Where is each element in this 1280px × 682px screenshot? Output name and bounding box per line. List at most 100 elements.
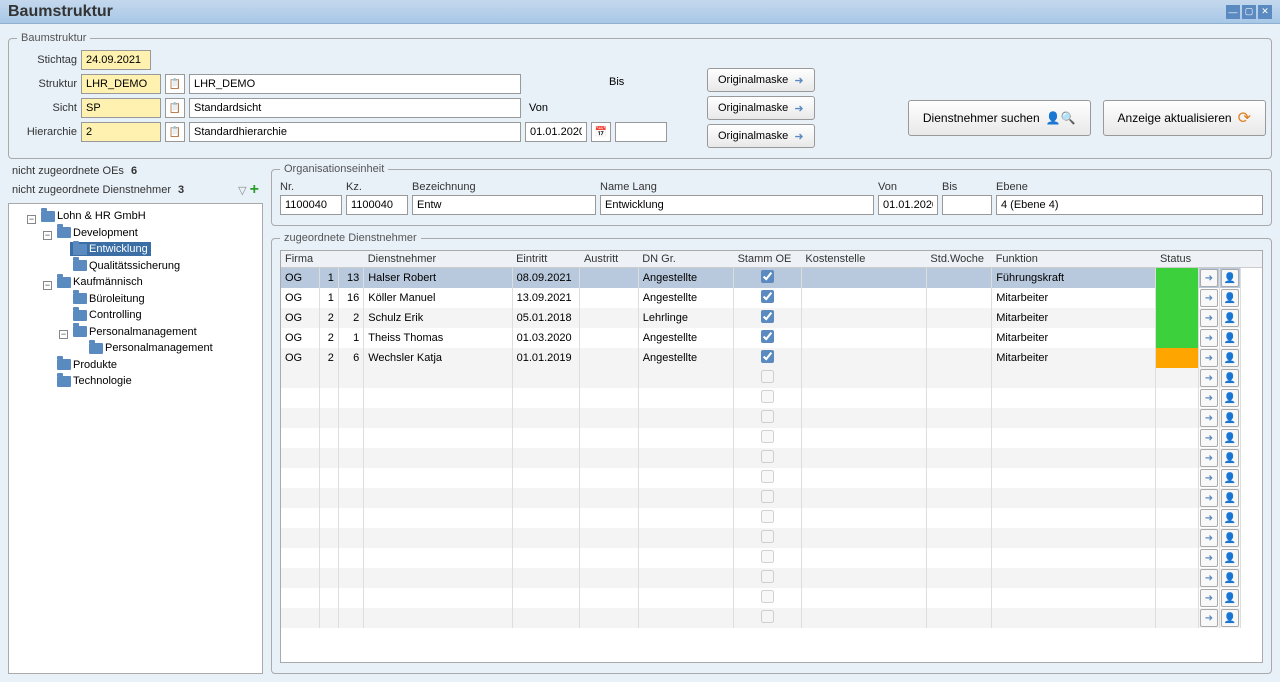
period-von-picker[interactable]: 📅 [591, 122, 611, 142]
row-open-button[interactable]: ➜ [1200, 289, 1218, 307]
row-open-button[interactable]: ➜ [1200, 349, 1218, 367]
tree-node[interactable]: Personalmanagement [70, 325, 200, 339]
row-open-button[interactable]: ➜ [1200, 549, 1218, 567]
tree-toggle[interactable] [43, 381, 52, 390]
tree-node[interactable]: Entwicklung [70, 242, 151, 256]
column-header[interactable] [338, 251, 363, 268]
org-nr-input[interactable] [280, 195, 342, 215]
anzeige-aktualisieren-button[interactable]: Anzeige aktualisieren ⟳ [1103, 100, 1266, 136]
originalmaske-button-1[interactable]: Originalmaske➜ [707, 68, 815, 92]
tree-node[interactable]: Kaufmännisch [54, 275, 146, 289]
row-open-button[interactable]: ➜ [1200, 529, 1218, 547]
filter-icon[interactable]: ▽ [238, 185, 246, 197]
row-open-button[interactable]: ➜ [1200, 489, 1218, 507]
row-open-button[interactable]: ➜ [1200, 609, 1218, 627]
table-row[interactable]: OG21Theiss Thomas01.03.2020AngestellteMi… [281, 328, 1262, 348]
sicht-text-input[interactable] [189, 98, 521, 118]
row-open-button[interactable]: ➜ [1200, 429, 1218, 447]
hierarchie-picker[interactable]: 📋 [165, 122, 185, 142]
tree-toggle[interactable]: − [43, 231, 52, 240]
column-header[interactable]: Stamm OE [734, 251, 802, 268]
tree-node[interactable]: Büroleitung [70, 292, 148, 306]
row-person-button[interactable]: 👤 [1221, 469, 1239, 487]
row-open-button[interactable]: ➜ [1200, 329, 1218, 347]
row-open-button[interactable]: ➜ [1200, 269, 1218, 287]
tree-toggle[interactable]: − [43, 281, 52, 290]
row-person-button[interactable]: 👤 [1221, 309, 1239, 327]
close-button[interactable]: ✕ [1258, 5, 1272, 19]
struktur-picker[interactable]: 📋 [165, 74, 185, 94]
tree-toggle[interactable] [59, 265, 68, 274]
tree-toggle[interactable]: − [27, 215, 36, 224]
hierarchie-text-input[interactable] [189, 122, 521, 142]
tree-toggle[interactable] [59, 298, 68, 307]
tree-toggle[interactable] [75, 348, 84, 357]
dienstnehmer-suchen-button[interactable]: Dienstnehmer suchen 👤🔍 [908, 100, 1091, 136]
period-bis-input[interactable] [615, 122, 667, 142]
row-open-button[interactable]: ➜ [1200, 309, 1218, 327]
column-header[interactable]: Kostenstelle [801, 251, 926, 268]
add-icon[interactable]: + [250, 181, 259, 198]
row-open-button[interactable]: ➜ [1200, 469, 1218, 487]
tree-node[interactable]: Development [54, 226, 141, 240]
org-bis-input[interactable] [942, 195, 992, 215]
row-person-button[interactable]: 👤 [1221, 369, 1239, 387]
tree-toggle[interactable]: − [59, 330, 68, 339]
column-header[interactable]: Std.Woche [926, 251, 991, 268]
tree-node[interactable]: Produkte [54, 358, 120, 372]
org-kz-input[interactable] [346, 195, 408, 215]
tree-node[interactable]: Lohn & HR GmbH [38, 209, 149, 223]
row-open-button[interactable]: ➜ [1200, 369, 1218, 387]
row-person-button[interactable]: 👤 [1221, 569, 1239, 587]
row-person-button[interactable]: 👤 [1221, 509, 1239, 527]
column-header[interactable]: Status [1156, 251, 1198, 268]
originalmaske-button-2[interactable]: Originalmaske➜ [707, 96, 815, 120]
org-bez-input[interactable] [412, 195, 596, 215]
row-person-button[interactable]: 👤 [1221, 409, 1239, 427]
stamm-checkbox[interactable] [761, 290, 774, 303]
table-row[interactable]: OG26Wechsler Katja01.01.2019AngestellteM… [281, 348, 1262, 368]
sicht-code-input[interactable] [81, 98, 161, 118]
org-namelang-input[interactable] [600, 195, 874, 215]
table-row[interactable]: OG116Köller Manuel13.09.2021AngestellteM… [281, 288, 1262, 308]
maximize-button[interactable]: ▢ [1242, 5, 1256, 19]
row-person-button[interactable]: 👤 [1221, 549, 1239, 567]
stamm-checkbox[interactable] [761, 330, 774, 343]
struktur-text-input[interactable] [189, 74, 521, 94]
tree-node[interactable]: Personalmanagement [86, 341, 216, 355]
row-person-button[interactable]: 👤 [1221, 489, 1239, 507]
column-header[interactable]: Eintritt [512, 251, 580, 268]
tree-node[interactable]: Controlling [70, 308, 145, 322]
row-person-button[interactable]: 👤 [1221, 289, 1239, 307]
stamm-checkbox[interactable] [761, 310, 774, 323]
sicht-picker[interactable]: 📋 [165, 98, 185, 118]
column-header[interactable] [319, 251, 338, 268]
row-person-button[interactable]: 👤 [1221, 609, 1239, 627]
row-open-button[interactable]: ➜ [1200, 389, 1218, 407]
row-person-button[interactable]: 👤 [1221, 329, 1239, 347]
stichtag-input[interactable] [81, 50, 151, 70]
tree-toggle[interactable] [43, 364, 52, 373]
column-header[interactable]: Dienstnehmer [364, 251, 512, 268]
org-von-input[interactable] [878, 195, 938, 215]
tree-node[interactable]: Qualitätssicherung [70, 259, 183, 273]
minimize-button[interactable]: — [1226, 5, 1240, 19]
row-open-button[interactable]: ➜ [1200, 569, 1218, 587]
tree-toggle[interactable] [59, 315, 68, 324]
table-row[interactable]: OG22Schulz Erik05.01.2018LehrlingeMitarb… [281, 308, 1262, 328]
struktur-code-input[interactable] [81, 74, 161, 94]
period-von-input[interactable] [525, 122, 587, 142]
stamm-checkbox[interactable] [761, 350, 774, 363]
row-open-button[interactable]: ➜ [1200, 449, 1218, 467]
row-person-button[interactable]: 👤 [1221, 349, 1239, 367]
row-person-button[interactable]: 👤 [1221, 529, 1239, 547]
row-open-button[interactable]: ➜ [1200, 409, 1218, 427]
originalmaske-button-3[interactable]: Originalmaske➜ [707, 124, 815, 148]
column-header[interactable]: Firma [281, 251, 319, 268]
row-person-button[interactable]: 👤 [1221, 269, 1239, 287]
row-person-button[interactable]: 👤 [1221, 389, 1239, 407]
row-open-button[interactable]: ➜ [1200, 509, 1218, 527]
table-row[interactable]: OG113Halser Robert08.09.2021AngestellteF… [281, 268, 1262, 289]
row-person-button[interactable]: 👤 [1221, 589, 1239, 607]
tree-toggle[interactable] [59, 249, 68, 258]
